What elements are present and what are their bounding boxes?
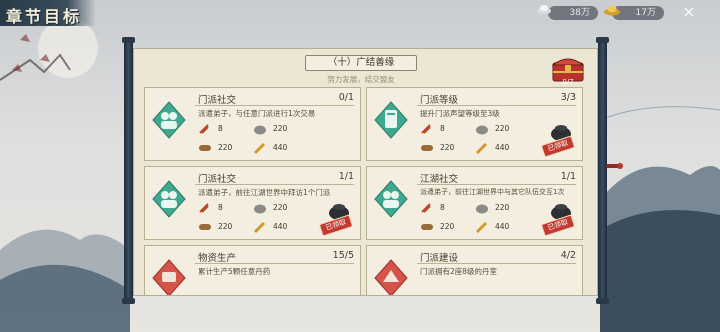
scroll-cap — [596, 298, 609, 304]
reward-grain: 440 — [273, 143, 288, 152]
goals-panel: （十）广结善缘 努力发展，结交盟友 0/7 门派社交 0/1 派遣弟子，与任意门… — [133, 48, 598, 296]
task-card[interactable]: 门派建设 4/2 门派拥有2座8级的丹室 — [366, 245, 583, 295]
reward-rice: 8 — [218, 124, 223, 133]
reward-grain: 440 — [273, 222, 288, 231]
task-progress: 4/2 — [560, 250, 576, 261]
title-plate: 章节目标 — [0, 0, 96, 26]
close-button[interactable]: ✕ — [680, 4, 698, 22]
scroll-cap — [596, 37, 609, 43]
task-card[interactable]: 江湖社交 1/1 派遣弟子，前往江湖世界中与其它队伍交互1次 8 220 220… — [366, 166, 583, 240]
reward-rice: 8 — [440, 203, 445, 212]
divider — [417, 105, 576, 106]
divider — [195, 184, 354, 185]
rice-icon — [199, 124, 209, 134]
task-title: 门派等级 — [420, 95, 459, 106]
reward-wood: 220 — [440, 222, 455, 231]
task-progress: 0/1 — [338, 92, 354, 103]
gold-value: 17万 — [635, 8, 656, 18]
scroll-rod-right — [598, 40, 607, 300]
grain-icon — [475, 221, 488, 233]
rice-icon — [199, 203, 209, 213]
task-progress: 3/3 — [560, 92, 576, 103]
divider — [417, 184, 576, 185]
reward-wood: 220 — [218, 222, 233, 231]
claimed-label: 已领取 — [540, 135, 576, 158]
silver-counter: 38万 — [548, 6, 598, 20]
task-title: 门派社交 — [198, 95, 237, 106]
scroll-tassel-icon — [606, 163, 623, 169]
stone-icon — [254, 125, 266, 135]
scroll-cap — [122, 298, 135, 304]
reward-grain: 440 — [495, 143, 510, 152]
rice-icon — [421, 203, 431, 213]
reward-stone: 220 — [273, 203, 288, 212]
reward-stone: 220 — [273, 124, 288, 133]
top-bar: 章节目标 38万 17万 ✕ — [0, 0, 720, 26]
stone-icon — [476, 125, 488, 135]
chapter-title: （十）广结善缘 — [305, 55, 417, 71]
task-description: 提升门派声望等级至3级 — [420, 109, 500, 118]
scroll-cap — [122, 37, 135, 43]
divider — [195, 263, 354, 264]
task-description: 累计生产5颗任意丹药 — [198, 267, 271, 276]
reward-grain: 440 — [495, 222, 510, 231]
task-title: 物资生产 — [198, 253, 237, 264]
reward-stone: 220 — [495, 203, 510, 212]
wood-icon — [199, 224, 211, 230]
reward-wood: 220 — [440, 143, 455, 152]
wood-icon — [421, 224, 433, 230]
reward-stone: 220 — [495, 124, 510, 133]
task-description: 门派拥有2座8级的丹室 — [420, 267, 498, 276]
task-title: 门派社交 — [198, 174, 237, 185]
task-title: 门派建设 — [420, 253, 459, 264]
task-description: 派遣弟子，前往江湖世界中拜访1个门派 — [198, 188, 331, 197]
stone-icon — [476, 204, 488, 214]
claimed-stamp: 已领取 — [540, 122, 576, 158]
chapter-chest[interactable]: 0/7 — [550, 53, 586, 86]
claimed-stamp: 已领取 — [540, 201, 576, 237]
social-icon — [152, 180, 186, 218]
task-progress: 15/5 — [332, 250, 354, 261]
grain-icon — [475, 142, 488, 154]
social-icon — [152, 101, 186, 139]
silver-value: 38万 — [569, 8, 590, 18]
rice-icon — [421, 124, 431, 134]
task-progress: 1/1 — [560, 171, 576, 182]
close-icon: ✕ — [682, 3, 696, 22]
claimed-label: 已领取 — [318, 214, 354, 237]
scroll-rod-left — [124, 40, 133, 300]
reward-wood: 220 — [218, 143, 233, 152]
reward-rice: 8 — [440, 124, 445, 133]
construction-icon — [374, 259, 408, 295]
grain-icon — [253, 221, 266, 233]
task-description: 派遣弟子，与任意门派进行1次交易 — [198, 109, 316, 118]
claimed-stamp: 已领取 — [318, 201, 354, 237]
reward-rice: 8 — [218, 203, 223, 212]
stone-icon — [254, 204, 266, 214]
divider — [195, 105, 354, 106]
task-card[interactable]: 物资生产 15/5 累计生产5颗任意丹药 — [144, 245, 361, 295]
wood-icon — [421, 145, 433, 151]
jianghu-icon — [374, 180, 408, 218]
gold-ingot-icon — [604, 5, 620, 16]
sect-level-icon — [374, 101, 408, 139]
silver-ingot-icon — [537, 5, 551, 15]
task-title: 江湖社交 — [420, 174, 459, 185]
wood-icon — [199, 145, 211, 151]
task-progress: 1/1 — [338, 171, 354, 182]
task-description: 派遣弟子，前往江湖世界中与其它队伍交互1次 — [420, 188, 565, 196]
page-title: 章节目标 — [6, 7, 83, 26]
chapter-subtitle: 努力发展，结交盟友 — [327, 75, 395, 84]
task-card[interactable]: 门派社交 0/1 派遣弟子，与任意门派进行1次交易 8 220 220 440 — [144, 87, 361, 161]
grain-icon — [253, 142, 266, 154]
task-card[interactable]: 门派社交 1/1 派遣弟子，前往江湖世界中拜访1个门派 8 220 220 44… — [144, 166, 361, 240]
task-card[interactable]: 门派等级 3/3 提升门派声望等级至3级 8 220 220 440 已领取 — [366, 87, 583, 161]
divider — [417, 263, 576, 264]
chest-progress: 0/7 — [562, 78, 574, 86]
production-icon — [152, 259, 186, 295]
claimed-label: 已领取 — [540, 214, 576, 237]
